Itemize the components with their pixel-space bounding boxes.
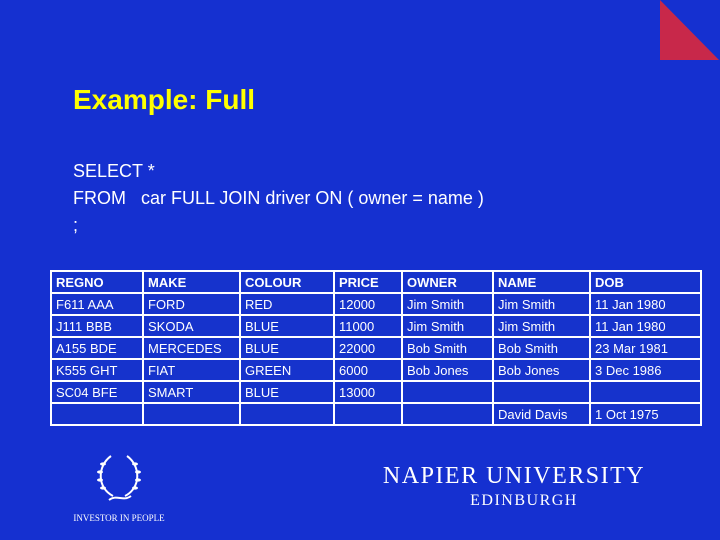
table-cell: 13000 [333, 380, 403, 404]
table-row: K555 GHT FIAT GREEN 6000 Bob Jones Bob Jones 3… [50, 358, 702, 382]
table-cell: 12000 [333, 292, 403, 316]
column-header: COLOUR [239, 270, 335, 294]
column-header: REGNO [50, 270, 144, 294]
table-cell: 11 Jan 1980 [589, 292, 702, 316]
university-city: EDINBURGH [470, 492, 578, 509]
table-cell: Jim Smith [401, 292, 494, 316]
table-cell: FORD [142, 292, 241, 316]
table-cell: Jim Smith [492, 314, 591, 338]
table-cell [142, 402, 241, 426]
laurel-wreath-icon [97, 455, 141, 501]
table-row: David Davis 1 Oct 1975 [50, 402, 702, 426]
table-cell: SC04 BFE [50, 380, 144, 404]
table-cell: A155 BDE [50, 336, 144, 360]
table-cell: BLUE [239, 336, 335, 360]
table-cell: GREEN [239, 358, 335, 382]
table-cell: 22000 [333, 336, 403, 360]
sql-code: SELECT * FROM car FULL JOIN driver ON ( … [73, 158, 484, 239]
table-cell [239, 402, 335, 426]
table-row: SC04 BFE SMART BLUE 13000 [50, 380, 702, 404]
table-cell [492, 380, 591, 404]
table-cell: J111 BBB [50, 314, 144, 338]
table-cell: Bob Smith [492, 336, 591, 360]
table-cell: SMART [142, 380, 241, 404]
table-cell: RED [239, 292, 335, 316]
sql-line: SELECT * [73, 161, 155, 181]
table-cell: 23 Mar 1981 [589, 336, 702, 360]
table-row: J111 BBB SKODA BLUE 11000 Jim Smith Jim Smith… [50, 314, 702, 338]
table-cell: BLUE [239, 314, 335, 338]
table-cell: 3 Dec 1986 [589, 358, 702, 382]
table-cell: Jim Smith [492, 292, 591, 316]
table-cell: SKODA [142, 314, 241, 338]
table-cell: Bob Smith [401, 336, 494, 360]
table-cell: F611 AAA [50, 292, 144, 316]
slide-title: Example: Full [73, 84, 256, 115]
university-name: NAPIER UNIVERSITY [382, 463, 646, 489]
investor-in-people-logo: INVESTOR IN PEOPLE [66, 452, 172, 523]
iip-label: INVESTOR IN PEOPLE [73, 513, 165, 523]
table-row: F611 AAA FORD RED 12000 Jim Smith Jim Smith 11… [50, 292, 702, 316]
column-header: PRICE [333, 270, 403, 294]
napier-university-logo: NAPIER UNIVERSITY EDINBURGH [378, 463, 650, 510]
header-row: REGNO MAKE COLOUR PRICE OWNER NAME DOB [50, 270, 702, 294]
table-cell: Bob Jones [401, 358, 494, 382]
table-cell [333, 402, 403, 426]
column-header: OWNER [401, 270, 494, 294]
table-cell: David Davis [492, 402, 591, 426]
corner-triangle-decoration [660, 0, 719, 60]
column-header: DOB [589, 270, 702, 294]
table-cell [401, 402, 494, 426]
table-cell: MERCEDES [142, 336, 241, 360]
table-row: A155 BDE MERCEDES BLUE 22000 Bob Smith Bob Sm… [50, 336, 702, 360]
table-cell: 6000 [333, 358, 403, 382]
sql-line: ; [73, 215, 79, 235]
table-cell: 11000 [333, 314, 403, 338]
table-cell: FIAT [142, 358, 241, 382]
column-header: MAKE [142, 270, 241, 294]
table-cell [50, 402, 144, 426]
table-cell: BLUE [239, 380, 335, 404]
table-cell: Jim Smith [401, 314, 494, 338]
sql-line: FROM car FULL JOIN driver ON ( owner = n… [73, 188, 484, 208]
table-cell: 11 Jan 1980 [589, 314, 702, 338]
column-header: NAME [492, 270, 591, 294]
table-cell: K555 GHT [50, 358, 144, 382]
table-cell [589, 380, 702, 404]
table-cell: 1 Oct 1975 [589, 402, 702, 426]
table-cell [401, 380, 494, 404]
result-table: REGNO MAKE COLOUR PRICE OWNER NAME DOB F611 AAA… [50, 270, 702, 426]
table-cell: Bob Jones [492, 358, 591, 382]
